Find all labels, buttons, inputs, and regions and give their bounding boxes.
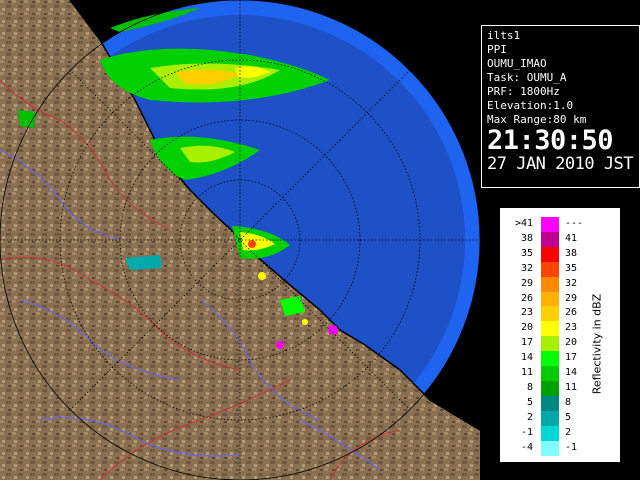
legend-low-value: 2 <box>526 411 533 423</box>
legend-low-value: 29 <box>520 277 533 289</box>
legend-color-swatch <box>541 217 559 232</box>
legend-high-value: 41 <box>565 232 578 244</box>
legend-row: 25 <box>501 410 597 426</box>
legend-row: 17 20 <box>501 336 597 352</box>
legend-high-value: --- <box>565 218 584 229</box>
legend-high-value: 17 <box>565 352 578 364</box>
legend-row: 8 11 <box>501 380 597 396</box>
legend-low-value: 38 <box>520 232 533 244</box>
legend-high-value: 26 <box>565 307 578 319</box>
legend-row: 23 26 <box>501 306 597 322</box>
scan-date: 27 JAN 2010 JST <box>487 154 634 174</box>
legend-high-value: 23 <box>565 322 578 334</box>
legend-low-value: 14 <box>520 352 533 364</box>
legend-row: 32 35 <box>501 261 597 277</box>
legend-color-swatch <box>541 276 559 292</box>
legend-row: -4 -1 <box>501 440 597 456</box>
elevation-value: Elevation:1.0 <box>487 99 574 112</box>
legend-low-value: 17 <box>520 337 533 349</box>
legend-high-value: 8 <box>565 396 572 408</box>
legend-color-swatch <box>541 291 559 307</box>
legend-row: 26 29 <box>501 291 597 307</box>
legend-high-value: 11 <box>565 381 578 393</box>
legend-low-value: 23 <box>520 307 533 319</box>
legend-row: >41 --- <box>501 217 597 232</box>
legend-low-value: 8 <box>526 381 533 393</box>
legend-high-value: -1 <box>565 441 578 453</box>
legend-low-value: >41 <box>514 218 533 229</box>
legend-low-value: 26 <box>520 292 533 304</box>
legend-color-swatch <box>541 380 559 396</box>
scan-time: 21:30:50 <box>487 125 614 156</box>
reflectivity-legend: >41 --- 38 41 35 38 32 35 29 32 26 29 23 26 20 23 17 20 14… <box>500 208 620 462</box>
legend-low-value: -1 <box>520 426 533 438</box>
legend-high-value: 32 <box>565 277 578 289</box>
task-name: Task: OUMU_A <box>487 71 567 84</box>
prf-value: PRF: 1800Hz <box>487 85 560 98</box>
legend-row: 14 17 <box>501 351 597 367</box>
legend-row: 38 41 <box>501 231 597 247</box>
legend-high-value: 29 <box>565 292 578 304</box>
legend-color-swatch <box>541 410 559 426</box>
legend-color-swatch <box>541 336 559 352</box>
legend-color-swatch <box>541 425 559 441</box>
legend-high-value: 14 <box>565 367 578 378</box>
site-name: ilts1 <box>487 29 521 42</box>
legend-row: 58 <box>501 395 597 411</box>
legend-low-value: 20 <box>520 322 533 334</box>
legend-row: 29 32 <box>501 276 597 292</box>
legend-color-swatch <box>541 231 559 247</box>
legend-color-swatch <box>541 395 559 411</box>
legend-row: 20 23 <box>501 321 597 337</box>
legend-high-value: 20 <box>565 337 578 349</box>
legend-color-swatch <box>541 321 559 337</box>
legend-high-value: 38 <box>565 247 578 259</box>
legend-low-value: 35 <box>520 247 533 259</box>
legend-row: 11 14 <box>501 366 597 381</box>
radar-ppi-map <box>0 0 480 480</box>
legend-color-swatch <box>541 440 559 456</box>
legend-high-value: 5 <box>565 411 572 423</box>
legend-high-value: 35 <box>565 262 578 274</box>
legend-low-value: 11 <box>520 367 533 378</box>
legend-low-value: 32 <box>520 262 533 274</box>
legend-color-swatch <box>541 351 559 367</box>
station-name: OUMU_IMAO <box>487 57 547 70</box>
legend-color-swatch <box>541 246 559 262</box>
legend-row: 35 38 <box>501 246 597 262</box>
product-type: PPI <box>487 43 507 56</box>
legend-title: Reflectivity in dBZ <box>590 293 604 395</box>
legend-color-swatch <box>541 366 559 381</box>
legend-color-swatch <box>541 261 559 277</box>
legend-high-value: 2 <box>565 426 572 438</box>
radar-info-panel: ilts1 PPI OUMU_IMAO Task: OUMU_A PRF: 18… <box>481 25 640 188</box>
legend-row: -1 2 <box>501 425 597 441</box>
legend-low-value: -4 <box>520 441 533 453</box>
legend-color-swatch <box>541 306 559 322</box>
legend-low-value: 5 <box>526 396 533 408</box>
